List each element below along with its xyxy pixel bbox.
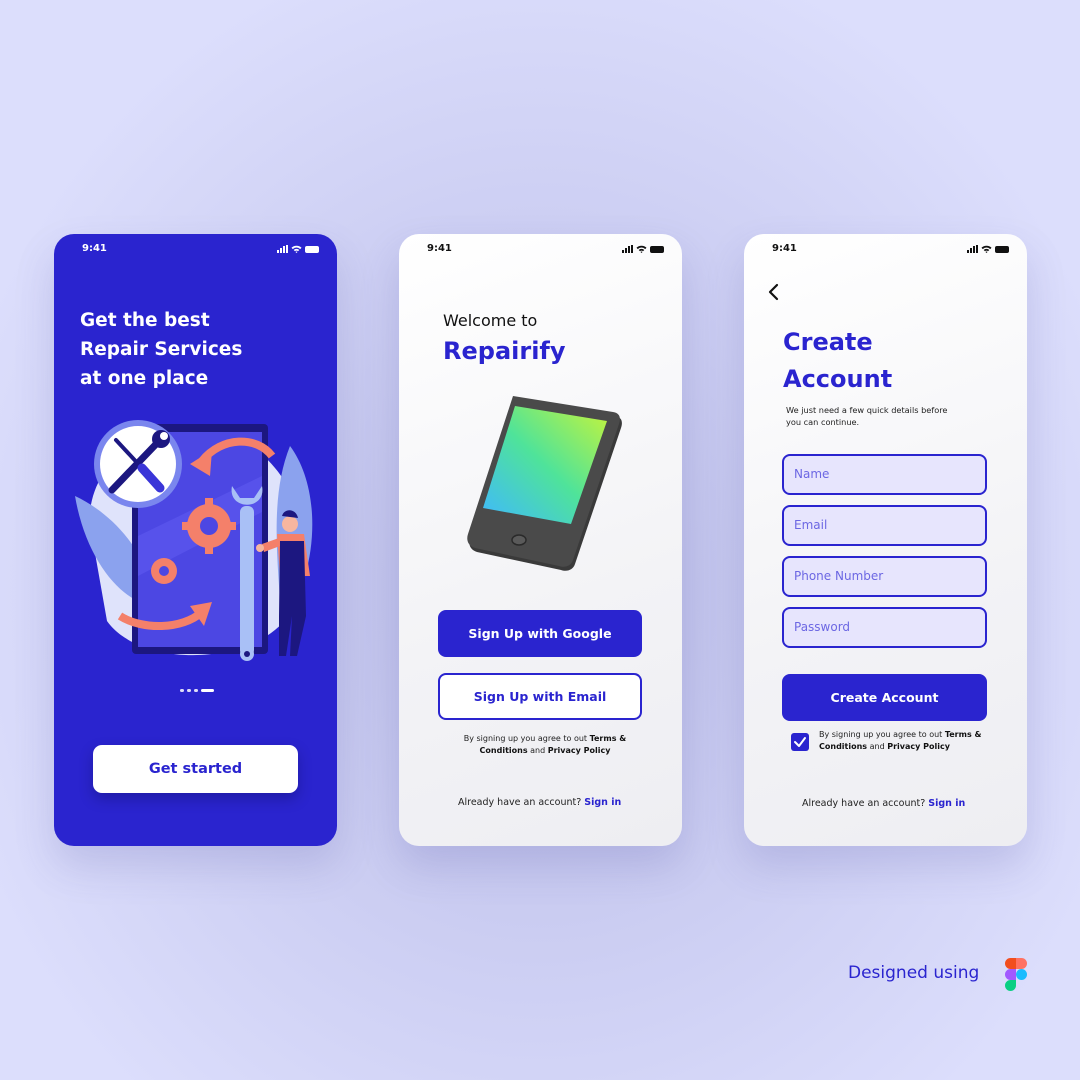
page-indicator xyxy=(180,689,214,692)
wifi-icon xyxy=(981,245,992,253)
terms-and: and xyxy=(527,746,548,755)
page-dot xyxy=(194,689,198,692)
terms-link-cont[interactable]: Conditions xyxy=(480,746,528,755)
status-bar: 9:41 xyxy=(772,243,1009,257)
already-have-account: Already have an account? Sign in xyxy=(802,798,965,809)
create-account-button[interactable]: Create Account xyxy=(782,674,987,721)
get-started-button[interactable]: Get started xyxy=(93,745,298,793)
already-text: Already have an account? xyxy=(802,798,929,809)
headline-line-2: Repair Services xyxy=(80,339,243,360)
signal-icon xyxy=(967,245,978,253)
terms-prefix: By signing up you agree to out xyxy=(463,734,590,743)
status-bar: 9:41 xyxy=(82,243,319,257)
title-line-2: Account xyxy=(783,365,893,393)
terms-prefix: By signing up you agree to out xyxy=(819,730,945,739)
battery-icon xyxy=(995,245,1009,253)
signal-icon xyxy=(277,245,288,253)
terms-link[interactable]: Terms & xyxy=(590,734,627,743)
already-have-account: Already have an account? Sign in xyxy=(458,797,621,808)
figma-logo-icon xyxy=(1005,958,1027,991)
battery-icon xyxy=(305,245,319,253)
subtitle: We just need a few quick details before … xyxy=(786,404,976,428)
sign-in-link[interactable]: Sign in xyxy=(928,798,965,809)
onboarding-headline: Get the best Repair Services at one plac… xyxy=(80,306,300,393)
wifi-icon xyxy=(636,245,647,253)
page-dot xyxy=(180,689,184,692)
headline-line-3: at one place xyxy=(80,368,209,389)
terms-and: and xyxy=(867,742,888,751)
status-time: 9:41 xyxy=(82,243,107,254)
terms-checkbox[interactable] xyxy=(791,733,809,751)
terms-text: By signing up you agree to out Terms & C… xyxy=(819,729,994,753)
email-field[interactable]: Email xyxy=(782,505,987,546)
terms-text: By signing up you agree to out Terms & C… xyxy=(460,733,630,757)
battery-icon xyxy=(650,245,664,253)
sign-up-google-button[interactable]: Sign Up with Google xyxy=(438,610,642,657)
title-line-1: Create xyxy=(783,328,873,356)
terms-link-cont[interactable]: Conditions xyxy=(819,742,867,751)
phone-number-field[interactable]: Phone Number xyxy=(782,556,987,597)
headline-line-1: Get the best xyxy=(80,310,210,331)
smartphone-illustration xyxy=(467,396,622,571)
create-account-screen: 9:41 Create Account We just need a few q… xyxy=(744,234,1027,846)
subtitle-line-2: you can continue. xyxy=(786,417,860,427)
sign-up-email-button[interactable]: Sign Up with Email xyxy=(438,673,642,720)
password-field[interactable]: Password xyxy=(782,607,987,648)
subtitle-line-1: We just need a few quick details before xyxy=(786,405,948,415)
page-dot-active xyxy=(201,689,214,692)
brand-name: Repairify xyxy=(443,337,566,365)
privacy-policy-link[interactable]: Privacy Policy xyxy=(887,742,950,751)
page-dot xyxy=(187,689,191,692)
welcome-screen: 9:41 Welcome to Repairify Sign Up with G… xyxy=(399,234,682,846)
signal-icon xyxy=(622,245,633,253)
terms-link[interactable]: Terms & xyxy=(945,730,982,739)
sign-in-link[interactable]: Sign in xyxy=(584,797,621,808)
check-icon xyxy=(794,737,806,747)
status-time: 9:41 xyxy=(427,243,452,254)
status-bar: 9:41 xyxy=(427,243,664,257)
name-field[interactable]: Name xyxy=(782,454,987,495)
welcome-text: Welcome to xyxy=(443,311,538,330)
wifi-icon xyxy=(291,245,302,253)
repair-illustration xyxy=(75,420,313,661)
privacy-policy-link[interactable]: Privacy Policy xyxy=(548,746,611,755)
already-text: Already have an account? xyxy=(458,797,585,808)
designed-using-label: Designed using xyxy=(848,963,980,983)
back-arrow-icon[interactable] xyxy=(764,282,784,302)
status-time: 9:41 xyxy=(772,243,797,254)
onboarding-screen: 9:41 Get the best Repair Services at one… xyxy=(54,234,337,846)
page-title: Create Account xyxy=(783,324,892,398)
